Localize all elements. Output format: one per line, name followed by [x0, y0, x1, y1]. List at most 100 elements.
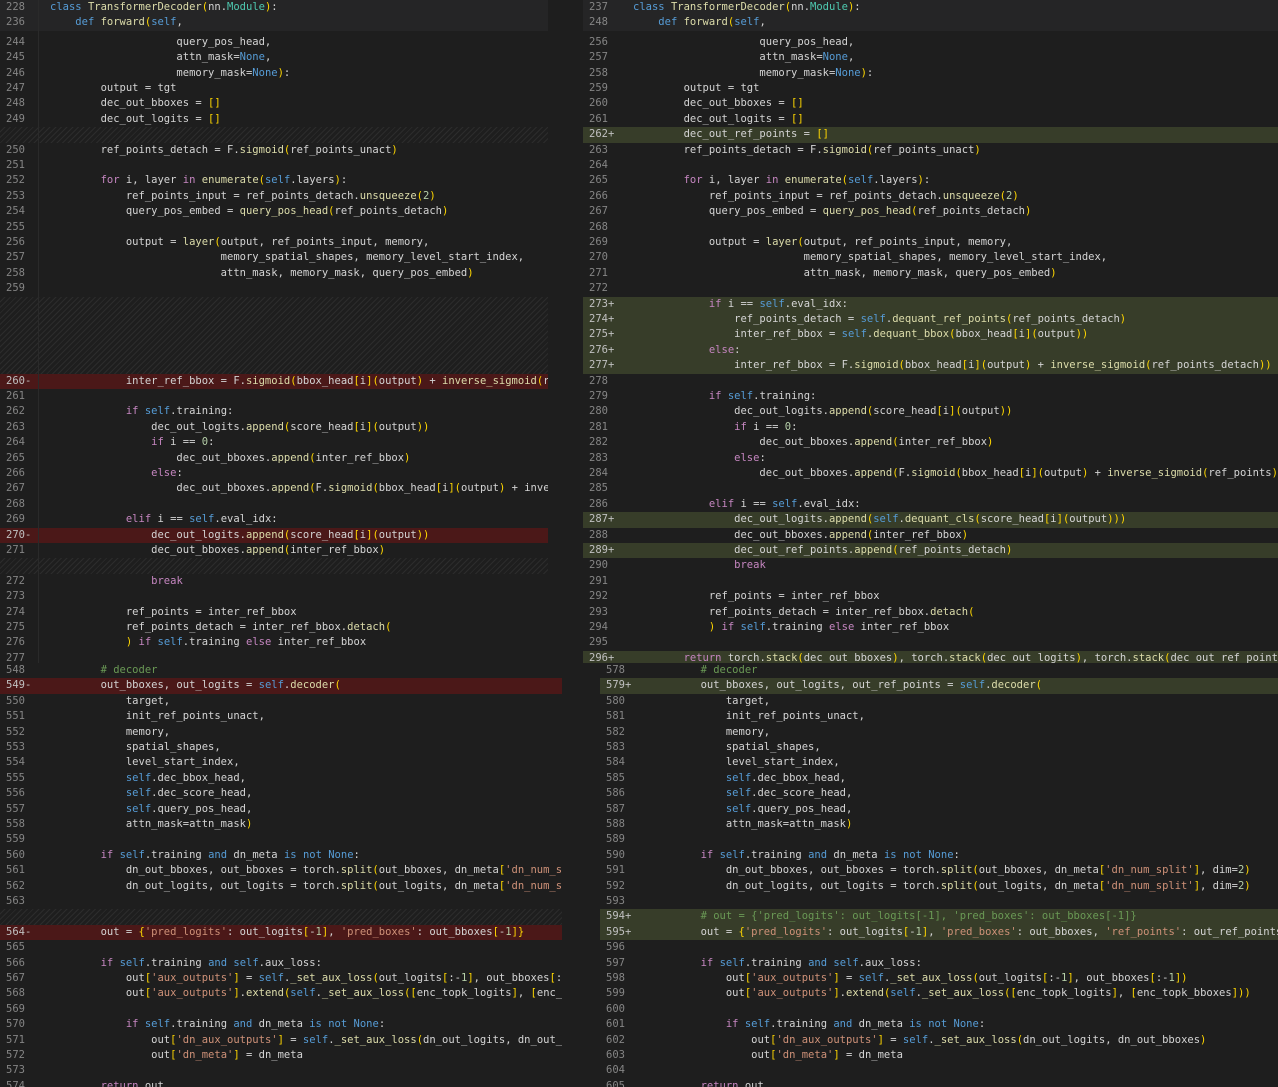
code-line[interactable]: 568 out['aux_outputs'].extend(self._set_… — [0, 986, 562, 1001]
code-line[interactable]: 293 ref_points_detach = inter_ref_bbox.d… — [583, 605, 1278, 620]
removed-line[interactable]: 564- out = {'pred_logits': out_logits[-1… — [0, 924, 562, 941]
code-line[interactable]: 250 ref_points_detach = F.sigmoid(ref_po… — [0, 143, 548, 158]
code-line[interactable]: 267 query_pos_embed = query_pos_head(ref… — [583, 204, 1278, 219]
sticky-scroll-line[interactable]: 228 class TransformerDecoder(nn.Module): — [0, 0, 548, 16]
removed-line[interactable]: 260- inter_ref_bbox = F.sigmoid(bbox_hea… — [0, 373, 548, 389]
code-line[interactable]: 258 attn_mask, memory_mask, query_pos_em… — [0, 266, 548, 281]
code-line[interactable]: 557 self.query_pos_head, — [0, 802, 562, 817]
code-line[interactable]: 268 — [583, 220, 1278, 235]
bottom-right-diff-pane[interactable]: 578 # decoder 579+ out_bboxes, out_logits… — [600, 663, 1278, 1087]
code-line[interactable]: 263 ref_points_detach = F.sigmoid(ref_po… — [583, 143, 1278, 158]
code-line[interactable]: 548 # decoder — [0, 663, 562, 678]
code-line[interactable]: 565 — [0, 940, 562, 955]
code-line[interactable]: 583 spatial_shapes, — [600, 740, 1278, 755]
added-line[interactable]: 595+ out = {'pred_logits': out_logits[-1… — [600, 924, 1278, 941]
code-line[interactable]: 558 attn_mask=attn_mask) — [0, 817, 562, 832]
code-line[interactable]: 586 self.dec_score_head, — [600, 786, 1278, 801]
code-line[interactable]: 279 if self.training: — [583, 389, 1278, 404]
code-line[interactable]: 597 if self.training and self.aux_loss: — [600, 956, 1278, 971]
code-line[interactable]: 249 dec_out_logits = [] — [0, 112, 548, 127]
removed-line[interactable]: 549- out_bboxes, out_logits = self.decod… — [0, 678, 562, 694]
code-line[interactable]: 573 — [0, 1063, 562, 1078]
code-line[interactable]: 581 init_ref_points_unact, — [600, 709, 1278, 724]
code-line[interactable]: 560 if self.training and dn_meta is not … — [0, 848, 562, 863]
code-line[interactable]: 572 out['dn_meta'] = dn_meta — [0, 1048, 562, 1063]
code-line[interactable]: 602 out['dn_aux_outputs'] = self._set_au… — [600, 1033, 1278, 1048]
code-line[interactable]: 601 if self.training and dn_meta is not … — [600, 1017, 1278, 1032]
code-line[interactable]: 605 return out — [600, 1079, 1278, 1087]
code-line[interactable]: 268 — [0, 497, 548, 512]
code-line[interactable]: 256 query_pos_head, — [583, 35, 1278, 50]
top-left-diff-pane[interactable]: 228 class TransformerDecoder(nn.Module): 2… — [0, 0, 548, 663]
code-line[interactable]: 281 if i == 0: — [583, 420, 1278, 435]
code-line[interactable]: 580 target, — [600, 694, 1278, 709]
code-line[interactable]: 588 attn_mask=attn_mask) — [600, 817, 1278, 832]
code-line[interactable]: 596 — [600, 940, 1278, 955]
code-line[interactable]: 272 — [583, 281, 1278, 296]
code-line[interactable]: 271 dec_out_bboxes.append(inter_ref_bbox… — [0, 543, 548, 558]
added-line[interactable]: 296+ return torch.stack(dec_out_bboxes),… — [583, 650, 1278, 663]
code-line[interactable]: 552 memory, — [0, 725, 562, 740]
added-line[interactable]: 273+ if i == self.eval_idx: — [583, 296, 1278, 312]
code-line[interactable]: 273 — [0, 589, 548, 604]
code-line[interactable]: 574 return out — [0, 1079, 562, 1087]
sticky-scroll-line[interactable]: 236 def forward(self, — [0, 15, 548, 31]
code-line[interactable]: 262 if self.training: — [0, 404, 548, 419]
added-line[interactable]: 262+ dec_out_ref_points = [] — [583, 127, 1278, 143]
code-line[interactable]: 599 out['aux_outputs'].extend(self._set_… — [600, 986, 1278, 1001]
code-line[interactable]: 258 memory_mask=None): — [583, 66, 1278, 81]
code-line[interactable]: 587 self.query_pos_head, — [600, 802, 1278, 817]
code-line[interactable]: 283 else: — [583, 451, 1278, 466]
code-line[interactable]: 251 — [0, 158, 548, 173]
code-line[interactable]: 245 attn_mask=None, — [0, 50, 548, 65]
top-right-diff-pane[interactable]: 237 class TransformerDecoder(nn.Module): 2… — [583, 0, 1278, 663]
code-line[interactable]: 270 memory_spatial_shapes, memory_level_… — [583, 250, 1278, 265]
code-line[interactable]: 264 — [583, 158, 1278, 173]
code-line[interactable]: 592 dn_out_logits, out_logits = torch.sp… — [600, 879, 1278, 894]
code-line[interactable]: 244 query_pos_head, — [0, 35, 548, 50]
code-line[interactable]: 253 ref_points_input = ref_points_detach… — [0, 189, 548, 204]
code-line[interactable]: 246 memory_mask=None): — [0, 66, 548, 81]
code-line[interactable]: 252 for i, layer in enumerate(self.layer… — [0, 173, 548, 188]
code-line[interactable]: 600 — [600, 1002, 1278, 1017]
code-line[interactable]: 277 — [0, 651, 548, 663]
code-line[interactable]: 259 — [0, 281, 548, 296]
added-line[interactable]: 287+ dec_out_logits.append(self.dequant_… — [583, 512, 1278, 528]
code-line[interactable]: 569 — [0, 1002, 562, 1017]
code-line[interactable]: 590 if self.training and dn_meta is not … — [600, 848, 1278, 863]
code-line[interactable]: 570 if self.training and dn_meta is not … — [0, 1017, 562, 1032]
code-line[interactable]: 254 query_pos_embed = query_pos_head(ref… — [0, 204, 548, 219]
code-line[interactable]: 561 dn_out_bboxes, out_bboxes = torch.sp… — [0, 863, 562, 878]
code-line[interactable]: 563 — [0, 894, 562, 909]
code-line[interactable]: 555 self.dec_bbox_head, — [0, 771, 562, 786]
code-line[interactable]: 584 level_start_index, — [600, 755, 1278, 770]
code-line[interactable]: 571 out['dn_aux_outputs'] = self._set_au… — [0, 1033, 562, 1048]
code-line[interactable]: 554 level_start_index, — [0, 755, 562, 770]
added-line[interactable]: 276+ else: — [583, 342, 1278, 359]
code-line[interactable]: 585 self.dec_bbox_head, — [600, 771, 1278, 786]
removed-line[interactable]: 270- dec_out_logits.append(score_head[i]… — [0, 527, 548, 543]
code-line[interactable]: 269 output = layer(output, ref_points_in… — [583, 235, 1278, 250]
code-line[interactable]: 265 for i, layer in enumerate(self.layer… — [583, 173, 1278, 188]
code-line[interactable]: 294 ) if self.training else inter_ref_bb… — [583, 620, 1278, 635]
code-line[interactable]: 550 target, — [0, 694, 562, 709]
code-line[interactable]: 582 memory, — [600, 725, 1278, 740]
added-line[interactable]: 275+ inter_ref_bbox = self.dequant_bbox(… — [583, 327, 1278, 343]
code-line[interactable]: 276 ) if self.training else inter_ref_bb… — [0, 635, 548, 650]
code-line[interactable]: 282 dec_out_bboxes.append(inter_ref_bbox… — [583, 435, 1278, 450]
added-line[interactable]: 289+ dec_out_ref_points.append(ref_point… — [583, 543, 1278, 559]
code-line[interactable]: 593 — [600, 894, 1278, 909]
bottom-left-diff-pane[interactable]: 548 # decoder 549- out_bboxes, out_logits… — [0, 663, 562, 1087]
code-line[interactable]: 264 if i == 0: — [0, 435, 548, 450]
code-line[interactable]: 255 — [0, 220, 548, 235]
code-line[interactable]: 265 dec_out_bboxes.append(inter_ref_bbox… — [0, 451, 548, 466]
code-line[interactable]: 292 ref_points = inter_ref_bbox — [583, 589, 1278, 604]
code-line[interactable]: 263 dec_out_logits.append(score_head[i](… — [0, 420, 548, 435]
code-line[interactable]: 266 ref_points_input = ref_points_detach… — [583, 189, 1278, 204]
code-line[interactable]: 257 memory_spatial_shapes, memory_level_… — [0, 250, 548, 265]
code-line[interactable]: 272 break — [0, 574, 548, 589]
code-line[interactable]: 578 # decoder — [600, 663, 1278, 678]
code-line[interactable]: 551 init_ref_points_unact, — [0, 709, 562, 724]
sticky-scroll-line[interactable]: 237 class TransformerDecoder(nn.Module): — [583, 0, 1278, 16]
code-line[interactable]: 260 dec_out_bboxes = [] — [583, 96, 1278, 111]
